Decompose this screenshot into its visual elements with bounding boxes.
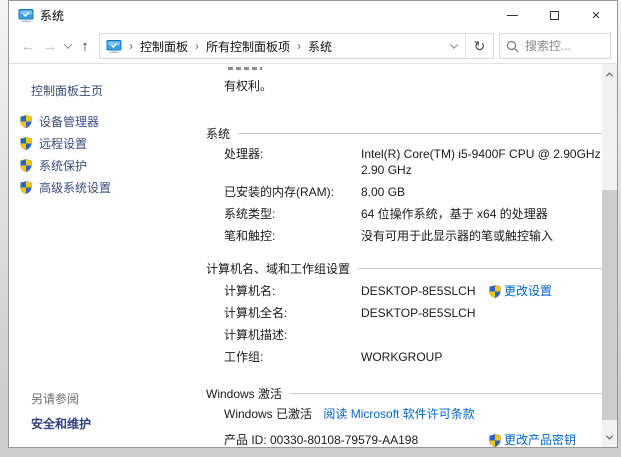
row-label: 已安装的内存(RAM): bbox=[224, 184, 361, 200]
recent-locations-dropdown[interactable] bbox=[61, 34, 75, 58]
back-button[interactable]: ← bbox=[17, 34, 39, 58]
sidebar-item-advanced-settings[interactable]: 高级系统设置 bbox=[19, 179, 194, 195]
info-row-full-computer-name: 计算机全名: DESKTOP-8E5SLCH bbox=[206, 305, 613, 321]
scroll-up-button[interactable] bbox=[602, 66, 617, 82]
row-value: 没有可用于此显示器的笔或触控输入 bbox=[361, 228, 601, 244]
search-box[interactable] bbox=[499, 33, 611, 59]
info-row-pen-touch: 笔和触控: 没有可用于此显示器的笔或触控输入 bbox=[206, 228, 613, 244]
clipped-text-fragment bbox=[228, 67, 262, 70]
change-settings-link[interactable]: 更改设置 bbox=[488, 283, 552, 299]
info-row-ram: 已安装的内存(RAM): 8.00 GB bbox=[206, 184, 613, 200]
maximize-button[interactable] bbox=[533, 1, 575, 29]
section-title: Windows 激活 bbox=[206, 385, 282, 402]
scrollbar-thumb[interactable] bbox=[602, 190, 617, 420]
info-row-workgroup: 工作组: WORKGROUP bbox=[206, 349, 613, 365]
minimize-button[interactable] bbox=[491, 1, 533, 29]
breadcrumb-separator: › bbox=[297, 39, 301, 53]
change-product-key-label: 更改产品密钥 bbox=[504, 432, 576, 447]
address-bar[interactable]: › 控制面板 › 所有控制面板项 › 系统 ↻ bbox=[99, 33, 494, 59]
vertical-scrollbar[interactable] bbox=[602, 64, 617, 447]
section-rule bbox=[290, 393, 607, 394]
row-label: 计算机全名: bbox=[224, 305, 361, 321]
sidebar-item-remote-settings[interactable]: 远程设置 bbox=[19, 135, 194, 151]
row-label: 工作组: bbox=[224, 349, 361, 365]
main-content: 有权利。 系统 处理器: Intel(R) Core(TM) i5-9400F … bbox=[194, 64, 617, 447]
uac-shield-icon bbox=[19, 114, 33, 129]
system-app-icon bbox=[18, 8, 34, 23]
sidebar-item-label: 远程设置 bbox=[39, 135, 87, 152]
scroll-down-button[interactable] bbox=[602, 429, 617, 445]
sidebar-item-system-protection[interactable]: 系统保护 bbox=[19, 157, 194, 173]
breadcrumb-system[interactable]: 系统 bbox=[308, 38, 332, 55]
refresh-button[interactable]: ↻ bbox=[465, 34, 493, 58]
uac-shield-icon bbox=[488, 433, 502, 448]
product-id-text: 产品 ID: 00330-80108-79579-AA198 bbox=[224, 432, 418, 447]
close-icon: × bbox=[592, 8, 601, 23]
row-label: 计算机描述: bbox=[224, 327, 361, 343]
copyright-tail-text: 有权利。 bbox=[224, 77, 613, 94]
search-input[interactable] bbox=[525, 39, 604, 53]
uac-shield-icon bbox=[19, 180, 33, 195]
up-button[interactable]: ↑ bbox=[75, 34, 95, 58]
navigation-toolbar: ← → ↑ › 控制面板 › 所有控制面板项 › 系统 ↻ bbox=[9, 29, 617, 64]
forward-button[interactable]: → bbox=[39, 34, 61, 58]
row-label: 处理器: bbox=[224, 146, 361, 178]
activation-status-line: Windows 已激活 阅读 Microsoft 软件许可条款 bbox=[206, 406, 613, 422]
row-value: WORKGROUP bbox=[361, 349, 601, 365]
row-value: DESKTOP-8E5SLCH bbox=[361, 283, 491, 299]
row-value: DESKTOP-8E5SLCH bbox=[361, 305, 601, 321]
section-title: 系统 bbox=[206, 125, 230, 142]
title-bar: 系统 × bbox=[9, 1, 617, 29]
sidebar-item-label: 系统保护 bbox=[39, 157, 87, 174]
breadcrumb-separator: › bbox=[195, 39, 199, 53]
row-label: 系统类型: bbox=[224, 206, 361, 222]
row-label: 笔和触控: bbox=[224, 228, 361, 244]
section-rule bbox=[358, 268, 607, 269]
section-title: 计算机名、域和工作组设置 bbox=[206, 260, 350, 277]
section-header-computer-name: 计算机名、域和工作组设置 bbox=[206, 260, 613, 277]
sidebar-item-security-maintenance[interactable]: 安全和维护 bbox=[31, 415, 91, 432]
info-row-processor: 处理器: Intel(R) Core(TM) i5-9400F CPU @ 2.… bbox=[206, 146, 613, 178]
chevron-down-icon bbox=[64, 40, 72, 48]
change-product-key-link[interactable]: 更改产品密钥 bbox=[488, 432, 576, 447]
system-window: 系统 × ← → ↑ › 控制面板 › 所有控制面板项 › 系统 ↻ bbox=[8, 0, 618, 448]
breadcrumb-separator: › bbox=[129, 39, 133, 53]
address-dropdown[interactable] bbox=[443, 43, 465, 49]
breadcrumb-all-items[interactable]: 所有控制面板项 bbox=[206, 38, 290, 55]
minimize-icon bbox=[507, 15, 518, 16]
sidebar-item-label: 高级系统设置 bbox=[39, 179, 111, 196]
info-row-system-type: 系统类型: 64 位操作系统，基于 x64 的处理器 bbox=[206, 206, 613, 222]
sidebar-item-control-panel-home[interactable]: 控制面板主页 bbox=[31, 82, 194, 99]
uac-shield-icon bbox=[488, 284, 502, 299]
row-value: 64 位操作系统，基于 x64 的处理器 bbox=[361, 206, 601, 222]
change-settings-label: 更改设置 bbox=[504, 283, 552, 299]
sidebar-item-label: 设备管理器 bbox=[39, 113, 99, 130]
license-terms-link[interactable]: 阅读 Microsoft 软件许可条款 bbox=[323, 407, 474, 421]
uac-shield-icon bbox=[19, 136, 33, 151]
row-label: 计算机名: bbox=[224, 283, 361, 299]
maximize-icon bbox=[550, 11, 559, 20]
row-value bbox=[361, 327, 601, 343]
window-title: 系统 bbox=[40, 7, 64, 24]
info-row-product-id: 产品 ID: 00330-80108-79579-AA198 更改产品密钥 bbox=[206, 432, 613, 447]
uac-shield-icon bbox=[19, 158, 33, 173]
activation-status: Windows 已激活 bbox=[224, 407, 312, 421]
row-value: Intel(R) Core(TM) i5-9400F CPU @ 2.90GHz… bbox=[361, 146, 601, 178]
sidebar-item-device-manager[interactable]: 设备管理器 bbox=[19, 113, 194, 129]
breadcrumb-control-panel[interactable]: 控制面板 bbox=[140, 38, 188, 55]
close-button[interactable]: × bbox=[575, 1, 617, 29]
row-value: 8.00 GB bbox=[361, 184, 601, 200]
section-rule bbox=[238, 133, 607, 134]
info-row-computer-name: 计算机名: DESKTOP-8E5SLCH 更改设置 bbox=[206, 283, 613, 299]
section-header-windows-activation: Windows 激活 bbox=[206, 385, 613, 402]
section-header-system: 系统 bbox=[206, 125, 613, 142]
search-icon bbox=[506, 40, 519, 53]
sidebar: 控制面板主页 设备管理器 远程设置 系统保护 高级系统设置 bbox=[9, 64, 194, 447]
address-location-icon bbox=[106, 39, 122, 54]
chevron-up-icon bbox=[606, 72, 613, 79]
chevron-down-icon bbox=[450, 40, 458, 48]
chevron-down-icon bbox=[606, 432, 613, 439]
see-also-heading: 另请参阅 bbox=[31, 390, 79, 407]
info-row-computer-description: 计算机描述: bbox=[206, 327, 613, 343]
